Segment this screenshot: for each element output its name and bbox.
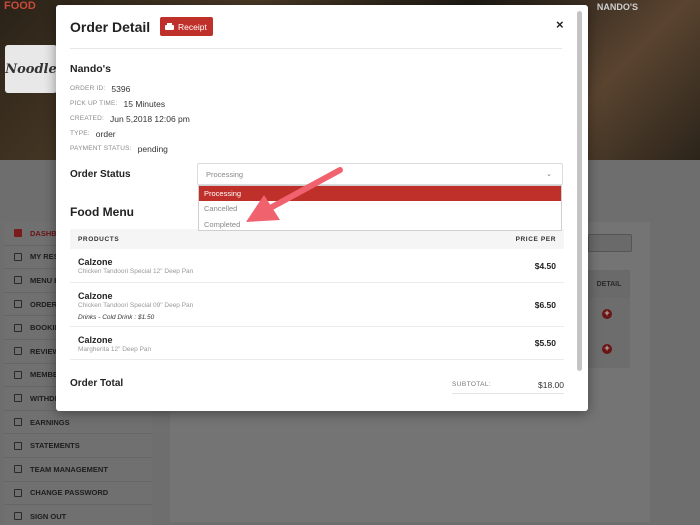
order-status-selected: Processing — [206, 169, 244, 179]
table-row: Calzone Chicken Tandoori Special 12" Dee… — [70, 249, 564, 283]
receipt-button-label: Receipt — [178, 21, 207, 32]
sidebar-item-label: EARNINGS — [30, 417, 70, 427]
order-total-label: Order Total — [70, 378, 124, 389]
sidebar-item[interactable]: EARNINGS — [4, 411, 152, 435]
earnings-icon — [14, 418, 22, 427]
table-row: Calzone Margherita 12" Deep Pan $5.50 — [70, 327, 564, 360]
store-icon — [14, 252, 22, 261]
col-price: PRICE PER — [515, 235, 556, 243]
subtotal-label: SUBTOTAL: — [452, 381, 492, 388]
meta-value: order — [95, 128, 116, 139]
restaurant-avatar: Noodle — [5, 45, 57, 93]
lock-icon — [14, 488, 22, 497]
plus-circle-icon[interactable]: + — [602, 344, 612, 354]
item-name: Calzone — [78, 291, 113, 301]
order-info: Nando's ORDER ID: 5396 PICK UP TIME: 15 … — [70, 63, 564, 156]
subtotal: SUBTOTAL: $18.00 — [452, 376, 564, 394]
meta-label: TYPE: — [70, 130, 90, 137]
sidebar-item[interactable]: CHANGE PASSWORD — [4, 482, 152, 506]
filter-select[interactable] — [588, 234, 632, 252]
item-price: $6.50 — [534, 299, 556, 310]
table-header: PRODUCTS PRICE PER — [70, 229, 564, 249]
item-price: $5.50 — [534, 338, 556, 348]
members-icon — [14, 370, 22, 379]
meta-value: Jun 5,2018 12:06 pm — [109, 113, 190, 124]
sidebar-item-label: STATEMENTS — [30, 441, 80, 451]
statements-icon — [14, 441, 22, 450]
sidebar-item-label: DASHB — [30, 228, 57, 238]
meta-value: pending — [137, 143, 168, 154]
food-menu-title: Food Menu — [70, 205, 134, 219]
modal-title: Order Detail — [70, 19, 151, 35]
meta-created: CREATED: Jun 5,2018 12:06 pm — [70, 111, 564, 126]
meta-label: ORDER ID: — [70, 85, 106, 92]
dashboard-icon — [14, 229, 22, 238]
detail-column-header: DETAIL — [588, 270, 630, 298]
subtotal-value: $18.00 — [538, 379, 564, 390]
plus-circle-icon[interactable]: + — [602, 309, 612, 319]
status-option-completed[interactable]: Completed — [199, 217, 561, 232]
reviews-icon — [14, 347, 22, 356]
meta-label: CREATED: — [70, 115, 104, 122]
withdraw-icon — [14, 394, 22, 403]
meta-value: 5396 — [111, 83, 131, 94]
restaurant-name: Nando's — [70, 63, 112, 75]
item-description: Margherita 12" Deep Pan — [78, 346, 152, 353]
meta-pickup-time: PICK UP TIME: 15 Minutes — [70, 96, 564, 111]
user-name[interactable]: NANDO'S — [597, 2, 638, 12]
modal-header: Order Detail Receipt × — [56, 5, 588, 48]
sidebar-item[interactable]: SIGN OUT — [4, 505, 152, 525]
meta-label: PAYMENT STATUS: — [70, 145, 132, 152]
modal-scrollbar[interactable] — [577, 11, 582, 371]
col-products: PRODUCTS — [78, 235, 120, 243]
order-status-label: Order Status — [70, 169, 131, 180]
site-logo[interactable]: FOOD — [4, 0, 36, 12]
item-description: Chicken Tandoori Special 12" Deep Pan — [78, 268, 194, 275]
meta-value: 15 Minutes — [123, 98, 166, 109]
item-name: Calzone — [78, 335, 113, 345]
order-meta-list: ORDER ID: 5396 PICK UP TIME: 15 Minutes … — [70, 81, 564, 156]
food-menu-table: PRODUCTS PRICE PER Calzone Chicken Tando… — [70, 229, 564, 360]
order-status-dropdown: Processing Cancelled Completed — [198, 185, 562, 231]
sidebar-item[interactable]: STATEMENTS — [4, 434, 152, 458]
booking-icon — [14, 323, 22, 332]
receipt-button[interactable]: Receipt — [160, 17, 213, 36]
item-description: Chicken Tandoori Special 09" Deep Pan — [78, 302, 194, 309]
printer-icon — [165, 22, 174, 31]
meta-order-id: ORDER ID: 5396 — [70, 81, 564, 96]
meta-label: PICK UP TIME: — [70, 100, 118, 107]
team-icon — [14, 465, 22, 474]
sidebar-item-label: CHANGE PASSWORD — [30, 488, 109, 498]
header-divider — [70, 48, 562, 49]
sidebar-item[interactable]: TEAM MANAGEMENT — [4, 458, 152, 482]
sidebar-item-label: MEMBE — [30, 370, 58, 380]
order-status-select[interactable]: Processing ⌄ — [197, 163, 563, 185]
signout-icon — [14, 512, 22, 521]
sidebar-item-label: SIGN OUT — [30, 511, 67, 521]
status-option-cancelled[interactable]: Cancelled — [199, 201, 561, 216]
avatar-logo-text: Noodle — [5, 61, 57, 77]
meta-payment-status: PAYMENT STATUS: pending — [70, 141, 564, 156]
item-name: Calzone — [78, 257, 113, 267]
item-extra: Drinks - Cold Drink : $1.50 — [78, 314, 155, 321]
item-price: $4.50 — [534, 260, 556, 271]
meta-type: TYPE: order — [70, 126, 564, 141]
menu-icon — [14, 276, 22, 285]
close-icon[interactable]: × — [556, 17, 564, 32]
table-row: Calzone Chicken Tandoori Special 09" Dee… — [70, 283, 564, 327]
order-detail-modal: Order Detail Receipt × Nando's ORDER ID:… — [56, 5, 588, 411]
status-option-processing[interactable]: Processing — [199, 186, 561, 202]
chevron-down-icon: ⌄ — [546, 171, 552, 178]
orders-icon — [14, 300, 22, 309]
sidebar-item-label: TEAM MANAGEMENT — [30, 464, 108, 474]
